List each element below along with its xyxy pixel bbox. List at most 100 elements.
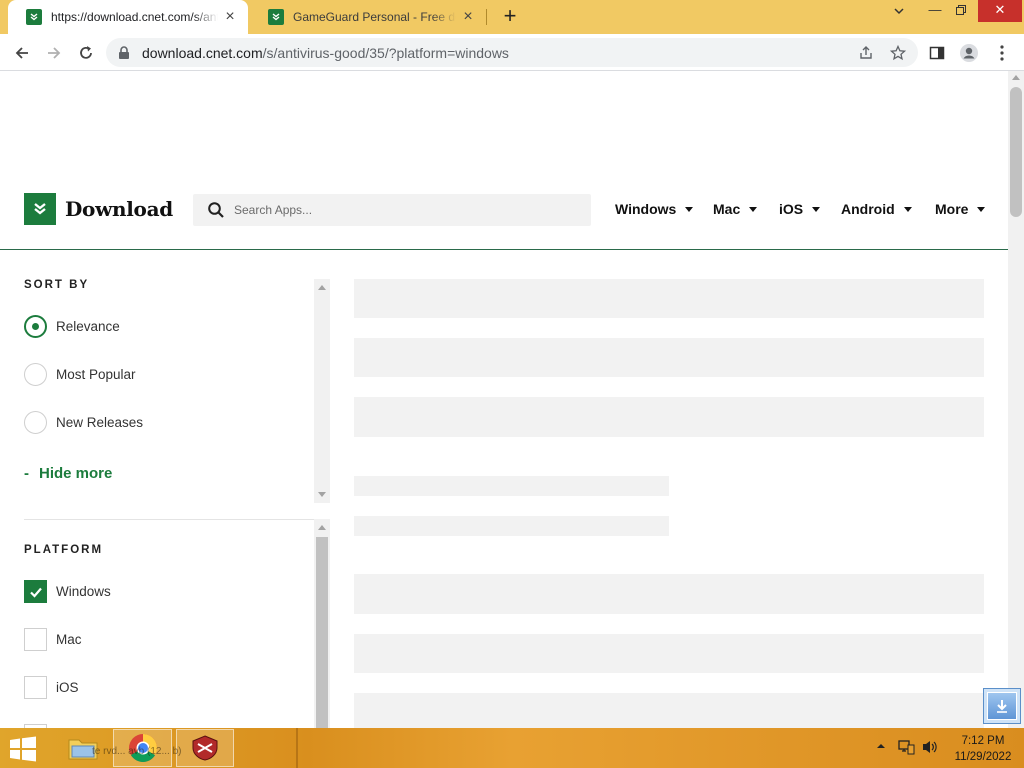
hide-more-label: Hide more [39,465,113,482]
profile-avatar-icon[interactable] [956,40,982,66]
platform-panel: PLATFORM Windows Mac iOS [0,519,314,728]
scrollbar-thumb[interactable] [316,537,328,728]
sort-by-title: SORT BY [24,279,90,291]
tab-title: GameGuard Personal - Free download [293,10,456,24]
tab-strip: https://download.cnet.com/s/antivirus-go… [0,0,1024,34]
caret-down-icon [749,206,758,212]
checkbox-checked-icon[interactable] [24,580,47,603]
reload-button[interactable] [73,40,99,66]
nav-label: More [935,201,969,217]
network-icon[interactable] [897,739,915,758]
minus-icon: - [24,465,29,482]
caret-down-icon [903,206,912,212]
radio-icon[interactable] [24,363,47,386]
sort-option-relevance[interactable]: Relevance [24,315,120,338]
sort-option-label: Most Popular [56,367,136,382]
loading-placeholder [354,693,984,728]
loading-placeholder [354,574,984,614]
nav-label: Mac [713,201,741,217]
tab-close-icon[interactable]: × [460,9,476,25]
system-clock[interactable]: 7:12 PM 11/29/2022 [948,733,1018,765]
scroll-up-arrow-icon[interactable] [318,285,326,290]
checkbox-icon[interactable] [24,676,47,699]
search-input[interactable] [234,203,574,217]
scrollbar-thumb[interactable] [1010,87,1022,217]
radio-icon[interactable] [24,411,47,434]
forward-button[interactable] [41,40,67,66]
download-logo[interactable]: Download [24,193,173,225]
hide-more-link[interactable]: - Hide more [24,465,112,482]
logo-text: Download [65,197,173,221]
back-button[interactable] [9,40,35,66]
cnet-download-favicon [268,9,284,25]
radio-selected-icon[interactable] [24,315,47,338]
sort-by-panel: SORT BY Relevance Most Popular New Relea… [0,279,314,503]
sort-option-label: New Releases [56,415,144,430]
browser-toolbar: download.cnet.com/s/antivirus-good/35/?p… [0,34,1024,71]
windows-start-icon[interactable] [8,736,38,762]
loading-placeholder [354,279,984,318]
cnet-download-favicon [26,9,42,25]
side-panel-icon[interactable] [924,40,950,66]
tab-search-chevron-icon[interactable] [884,0,914,22]
checkbox-icon[interactable] [24,628,47,651]
gameguard-taskbar-icon[interactable] [176,729,234,767]
sort-option-new-releases[interactable]: New Releases [24,411,143,434]
nav-more[interactable]: More [935,201,986,217]
url-path: /s/antivirus-good/35/?platform=windows [262,44,509,61]
nav-ios[interactable]: iOS [779,201,821,217]
kebab-menu-icon[interactable] [989,40,1015,66]
taskbar-ghost-text: te rvd... avb (12... b) [92,746,182,757]
sort-option-most-popular[interactable]: Most Popular [24,363,136,386]
tab-title: https://download.cnet.com/s/antivirus-go… [51,10,218,24]
new-tab-button[interactable]: + [498,5,522,29]
nav-label: Windows [615,201,677,217]
platform-option-label: iOS [56,680,79,695]
platform-option-mac[interactable]: Mac [24,628,82,651]
lock-icon[interactable] [118,45,132,60]
caret-down-icon [977,206,986,212]
tab-active[interactable]: https://download.cnet.com/s/antivirus-go… [8,0,248,34]
tab-inactive[interactable]: GameGuard Personal - Free download × [250,0,486,34]
platform-option-ios[interactable]: iOS [24,676,79,699]
loading-placeholder [354,338,984,377]
loading-placeholder [354,397,984,437]
platform-option-label: Mac [56,632,82,647]
volume-icon[interactable] [921,739,939,758]
platform-option-label: Windows [56,584,111,599]
filter-sidebar: SORT BY Relevance Most Popular New Relea… [0,279,330,728]
web-page: Download Windows Mac iOS Android More SO… [0,71,1008,728]
platform-title: PLATFORM [24,544,104,556]
caret-down-icon [812,206,821,212]
nav-windows[interactable]: Windows [615,201,694,217]
search-box[interactable] [193,194,591,226]
nav-label: Android [841,201,895,217]
nav-mac[interactable]: Mac [713,201,758,217]
sort-panel-scrollbar[interactable] [314,279,330,503]
scroll-down-arrow-icon[interactable] [318,492,326,497]
clock-time: 7:12 PM [961,735,1005,747]
restore-button[interactable] [946,0,976,22]
download-logo-icon [24,193,56,225]
url-text: download.cnet.com/s/antivirus-good/35/?p… [142,45,509,61]
nav-android[interactable]: Android [841,201,912,217]
share-icon[interactable] [856,43,876,63]
windows-taskbar: te rvd... avb (12... b) 7:12 PM 11/29/20… [0,728,1024,768]
platform-panel-scrollbar[interactable] [314,519,330,728]
scroll-up-arrow-icon[interactable] [1012,75,1020,80]
taskbar-separator [296,728,298,768]
url-host: download.cnet.com [142,44,263,61]
tab-close-icon[interactable]: × [222,9,238,25]
bookmark-star-icon[interactable] [888,43,908,63]
address-bar[interactable]: download.cnet.com/s/antivirus-good/35/?p… [106,38,918,67]
scroll-up-arrow-icon[interactable] [318,525,326,530]
download-notification-icon[interactable] [983,688,1021,724]
nav-label: iOS [779,201,804,217]
platform-option-windows[interactable]: Windows [24,580,111,603]
window-close-button[interactable]: ✕ [978,0,1022,22]
loading-placeholder [354,476,669,496]
tray-up-arrow-icon[interactable] [876,741,886,754]
loading-placeholder [354,634,984,673]
page-scrollbar[interactable] [1008,71,1024,728]
clock-date: 11/29/2022 [954,751,1012,763]
